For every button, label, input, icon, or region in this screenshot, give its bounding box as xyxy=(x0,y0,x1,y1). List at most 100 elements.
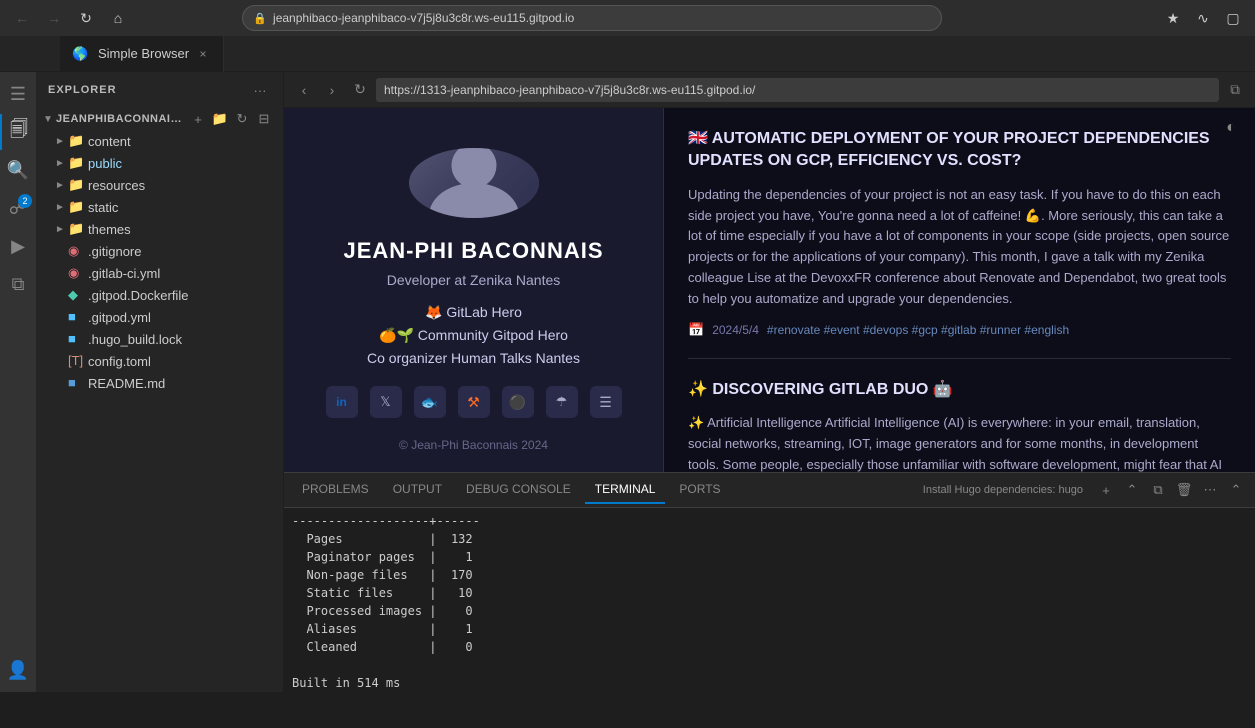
blog-link[interactable]: ☰ xyxy=(590,386,622,418)
profile-name: JEAN-PHI BACONNAIS xyxy=(343,238,603,264)
terminal-add-button[interactable]: + xyxy=(1095,479,1117,501)
folder-arrow-icon: ► xyxy=(52,133,68,149)
sidebar-more-button[interactable]: ··· xyxy=(249,79,271,101)
chrome-bar: ← → ↻ ⌂ 🔒 jeanphibaco-jeanphibaco-v7j5j8… xyxy=(0,0,1255,36)
install-hugo-label: Install Hugo dependencies: hugo xyxy=(923,484,1083,496)
terminal-tabs: PROBLEMS OUTPUT DEBUG CONSOLE TERMINAL P… xyxy=(284,473,1255,508)
chrome-home-button[interactable]: ⌂ xyxy=(104,4,132,32)
terminal-output: -------------------+------ Pages | 132 P… xyxy=(292,512,1247,692)
post-1-tags: #renovate #event #devops #gcp #gitlab #r… xyxy=(767,323,1069,337)
simple-browser-tab[interactable]: 🌎 Simple Browser × xyxy=(60,36,224,72)
source-control-badge: 2 xyxy=(18,194,32,208)
new-folder-button[interactable]: 📁 xyxy=(209,108,231,130)
tree-item-themes[interactable]: ► 📁 themes xyxy=(36,218,283,240)
sidebar: Explorer ··· ▼ JEANPHIBACONNAIS.GITLAB.I… xyxy=(36,72,284,692)
folder-arrow-icon: ► xyxy=(52,221,68,237)
portfolio-page: JEAN-PHI BACONNAIS Developer at Zenika N… xyxy=(284,108,1255,472)
terminal-maximize-button[interactable]: ⌃ xyxy=(1225,479,1247,501)
badge-gitpod-hero: 🍊🌱 Community Gitpod Hero xyxy=(379,327,568,344)
folder-arrow-icon: ► xyxy=(52,199,68,215)
tree-label-resources: resources xyxy=(88,178,275,193)
chrome-address-bar[interactable]: 🔒 jeanphibaco-jeanphibaco-v7j5j8u3c8r.ws… xyxy=(242,5,942,31)
tree-item-content[interactable]: ► 📁 content xyxy=(36,130,283,152)
tree-item-gitignore[interactable]: ► ◉ .gitignore xyxy=(36,240,283,262)
folder-icon: 📁 xyxy=(68,155,84,171)
repo-arrow-icon: ▼ xyxy=(40,111,56,127)
linkedin-link[interactable]: in xyxy=(326,386,358,418)
folder-icon: 📁 xyxy=(68,199,84,215)
repo-name: JEANPHIBACONNAIS.GITLAB.IO xyxy=(56,113,187,125)
bookmark-button[interactable]: ★ xyxy=(1159,4,1187,32)
chrome-refresh-button[interactable]: ↻ xyxy=(72,4,100,32)
chrome-forward-button[interactable]: → xyxy=(40,4,68,32)
theme-toggle-button[interactable]: ◐ xyxy=(1219,116,1243,140)
tree-label-hugo-build: .hugo_build.lock xyxy=(88,332,275,347)
profile-badges: 🦊 GitLab Hero 🍊🌱 Community Gitpod Hero C… xyxy=(367,304,580,366)
terminal-more-button[interactable]: ⋯ xyxy=(1199,479,1221,501)
terminal-tab-problems[interactable]: PROBLEMS xyxy=(292,476,379,504)
gitlab-link[interactable]: ⚫ xyxy=(502,386,534,418)
refresh-explorer-button[interactable]: ↻ xyxy=(231,108,253,130)
extensions-button[interactable]: ▢ xyxy=(1219,4,1247,32)
browser-split-button[interactable]: ⧉ xyxy=(1223,78,1247,102)
activity-source-control-button[interactable]: ☍ 2 xyxy=(0,190,36,226)
tree-item-gitlab-ci[interactable]: ► ◉ .gitlab-ci.yml xyxy=(36,262,283,284)
sidebar-header: Explorer ··· xyxy=(36,72,283,108)
activity-menu-button[interactable]: ☰ xyxy=(0,76,36,112)
tree-item-hugo-build[interactable]: ► ■ .hugo_build.lock xyxy=(36,328,283,350)
tree-label-readme: README.md xyxy=(88,376,275,391)
activity-extensions-button[interactable]: ⧉ xyxy=(0,266,36,302)
terminal-trash-button[interactable]: 🗑 xyxy=(1173,479,1195,501)
activity-search-button[interactable]: 🔍 xyxy=(0,152,36,188)
browser-url-input[interactable] xyxy=(376,78,1219,102)
content-panel[interactable]: ◐ 🇬🇧 AUTOMATIC DEPLOYMENT OF YOUR PROJEC… xyxy=(664,108,1255,472)
folder-arrow-icon: ► xyxy=(52,177,68,193)
sidebar-title: Explorer xyxy=(48,84,117,96)
tree-label-gitignore: .gitignore xyxy=(88,244,275,259)
collapse-all-button[interactable]: ⊟ xyxy=(253,108,275,130)
tree-item-config-toml[interactable]: ► [T] config.toml xyxy=(36,350,283,372)
browser-refresh-button[interactable]: ↻ xyxy=(348,78,372,102)
tree-item-public[interactable]: ► 📁 public xyxy=(36,152,283,174)
tab-label: Simple Browser xyxy=(98,46,189,61)
terminal-tab-debug-console[interactable]: DEBUG CONSOLE xyxy=(456,476,581,504)
config-toml-icon: [T] xyxy=(68,353,84,369)
terminal-chevron-up-button[interactable]: ⌃ xyxy=(1121,479,1143,501)
chrome-back-button[interactable]: ← xyxy=(8,4,36,32)
tree-item-gitpod-yml[interactable]: ► ■ .gitpod.yml xyxy=(36,306,283,328)
activity-explorer-button[interactable]: 🗐 xyxy=(0,114,36,150)
browser-toolbar: ‹ › ↻ ⧉ xyxy=(284,72,1255,108)
mastodon-link[interactable]: 🐟 xyxy=(414,386,446,418)
terminal-tab-ports[interactable]: PORTS xyxy=(669,476,730,504)
badge-gitlab-hero: 🦊 GitLab Hero xyxy=(425,304,522,321)
repo-header[interactable]: ▼ JEANPHIBACONNAIS.GITLAB.IO + 📁 ↻ ⊟ xyxy=(36,108,283,130)
tree-label-config-toml: config.toml xyxy=(88,354,275,369)
terminal-split-button[interactable]: ⧉ xyxy=(1147,479,1169,501)
activity-account-button[interactable]: 👤 xyxy=(0,652,36,688)
terminal-tab-output[interactable]: OUTPUT xyxy=(383,476,452,504)
tab-close-button[interactable]: × xyxy=(195,46,211,62)
tree-item-readme[interactable]: ► ■ README.md xyxy=(36,372,283,394)
rss-button[interactable]: ∿ xyxy=(1189,4,1217,32)
tab-bar: 🌎 Simple Browser × xyxy=(0,36,1255,72)
gitpod-docker-icon: ◆ xyxy=(68,287,84,303)
activity-run-button[interactable]: ▶ xyxy=(0,228,36,264)
new-file-button[interactable]: + xyxy=(187,108,209,130)
browser-back-button[interactable]: ‹ xyxy=(292,78,316,102)
folder-arrow-icon: ► xyxy=(52,155,68,171)
mastodon2-link[interactable]: ⚒ xyxy=(458,386,490,418)
profile-panel: JEAN-PHI BACONNAIS Developer at Zenika N… xyxy=(284,108,664,472)
terminal-body[interactable]: -------------------+------ Pages | 132 P… xyxy=(284,508,1255,692)
tree-item-static[interactable]: ► 📁 static xyxy=(36,196,283,218)
github-link[interactable]: ☂ xyxy=(546,386,578,418)
tree-label-gitlab-ci: .gitlab-ci.yml xyxy=(88,266,275,281)
tree-item-resources[interactable]: ► 📁 resources xyxy=(36,174,283,196)
blog-post-2: ✨ DISCOVERING GITLAB DUO 🤖 ✨ Artificial … xyxy=(688,379,1231,472)
terminal-tab-terminal[interactable]: TERMINAL xyxy=(585,476,666,504)
lock-icon: 🔒 xyxy=(253,12,267,25)
post-1-date: 2024/5/4 xyxy=(712,323,759,337)
browser-forward-button[interactable]: › xyxy=(320,78,344,102)
tree-item-gitpod-docker[interactable]: ► ◆ .gitpod.Dockerfile xyxy=(36,284,283,306)
calendar-icon: 📅 xyxy=(688,322,704,338)
twitter-link[interactable]: 𝕏 xyxy=(370,386,402,418)
